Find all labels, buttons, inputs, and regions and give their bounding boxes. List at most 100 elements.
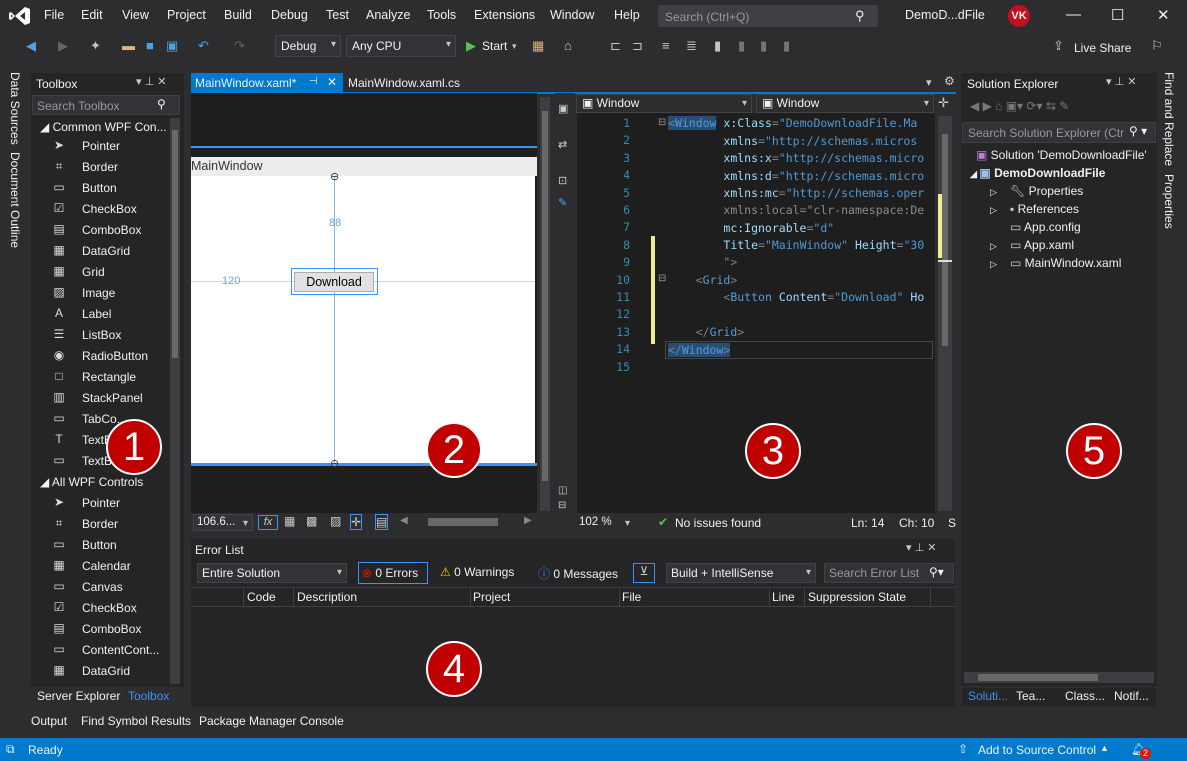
toolbox-scrollbar[interactable] xyxy=(170,118,180,684)
platform-select[interactable]: Any CPU xyxy=(346,35,456,57)
live-share-icon[interactable]: ⇪ xyxy=(1053,38,1064,54)
package-manager-console-tab[interactable]: Package Manager Console xyxy=(199,714,344,728)
collapse-icon[interactable]: ⊟ xyxy=(658,117,666,128)
undo-icon[interactable]: ↶ xyxy=(198,38,209,54)
menu-item-file[interactable]: File xyxy=(44,8,64,22)
project-node[interactable]: ◢ ▣ DemoDownloadFile xyxy=(970,166,1105,180)
menu-item-help[interactable]: Help xyxy=(614,8,640,22)
start-dropdown-icon[interactable]: ▾ xyxy=(512,41,517,52)
menu-item-view[interactable]: View xyxy=(122,8,149,22)
editor-zoom-select[interactable]: 102 % xyxy=(575,514,635,531)
column-separator[interactable] xyxy=(293,588,294,607)
menu-item-debug[interactable]: Debug xyxy=(271,8,308,22)
hot-reload-icon[interactable]: ⌂ xyxy=(564,38,572,53)
expand-arrow-icon[interactable]: ▷ xyxy=(990,187,1010,198)
error-column-header[interactable]: Description xyxy=(297,590,357,604)
filter-icon[interactable]: ⊻ xyxy=(633,563,655,583)
designer-zoom-select[interactable]: 106.6... xyxy=(193,514,253,531)
solution-tree-item[interactable]: ▷ ▭ App.xaml xyxy=(990,238,1074,252)
toolbox-item[interactable]: ➤ Pointer xyxy=(32,136,172,157)
scroll-left-icon[interactable]: ◀ xyxy=(400,515,408,526)
menu-item-build[interactable]: Build xyxy=(224,8,252,22)
pin-icon[interactable]: ⊣ xyxy=(309,76,318,87)
column-separator[interactable] xyxy=(930,588,931,607)
find-replace-tab[interactable]: Find and Replace xyxy=(1162,72,1176,166)
clear-bookmarks-icon[interactable]: ▮ xyxy=(783,38,790,54)
solution-tree-item[interactable]: ▷ ▭ MainWindow.xaml xyxy=(990,256,1121,270)
bottom-anchor-icon[interactable]: ⊖ xyxy=(330,457,339,470)
tab-mainwindow-xaml-cs[interactable]: MainWindow.xaml.cs xyxy=(348,76,460,90)
menu-item-test[interactable]: Test xyxy=(326,8,349,22)
output-tab[interactable]: Output xyxy=(31,714,67,728)
error-column-header[interactable]: File xyxy=(622,590,641,604)
horizontal-split-icon[interactable]: ⊟ xyxy=(558,500,566,511)
toolbox-item[interactable]: ☑ CheckBox xyxy=(32,199,172,220)
toolbox-item[interactable]: ▭ Button xyxy=(32,535,172,556)
toolbox-item[interactable]: ▤ ComboBox xyxy=(32,619,172,640)
edit-icon[interactable]: ✎ xyxy=(558,196,567,209)
tab-mainwindow-xaml[interactable]: MainWindow.xaml* ⊣ ✕ xyxy=(191,73,343,93)
notifications-tab[interactable]: Notif... xyxy=(1114,689,1149,703)
forward-icon[interactable]: ▶ xyxy=(58,38,68,54)
add-to-source-control[interactable]: Add to Source Control xyxy=(978,743,1096,757)
redo-icon[interactable]: ↷ xyxy=(234,38,245,54)
attach-icon[interactable]: ▦ xyxy=(532,38,544,54)
split-editor-icon[interactable]: ✛ xyxy=(938,95,949,111)
error-search-input[interactable]: Search Error List ⚲▾ xyxy=(824,563,954,583)
server-explorer-tab[interactable]: Server Explorer xyxy=(37,689,120,703)
download-button[interactable]: Download xyxy=(294,272,374,292)
bookmark-icon[interactable]: ▮ xyxy=(714,38,721,54)
column-separator[interactable] xyxy=(619,588,620,607)
save-all-icon[interactable]: ▣ xyxy=(166,38,178,54)
column-separator[interactable] xyxy=(769,588,770,607)
solution-node[interactable]: ▣ Solution 'DemoDownloadFile' xyxy=(976,148,1147,162)
toolbox-item[interactable]: ▦ Grid xyxy=(32,262,172,283)
layout-icon[interactable]: ⊏ xyxy=(610,38,621,54)
top-anchor-icon[interactable]: ⊖ xyxy=(330,170,339,183)
design-view-icon[interactable]: ▣ xyxy=(558,102,568,115)
class-tab[interactable]: Class... xyxy=(1065,689,1105,703)
uncomment-icon[interactable]: ≣ xyxy=(686,38,697,54)
error-scope-select[interactable]: Entire Solution xyxy=(197,563,347,583)
error-column-header[interactable]: Suppression State xyxy=(808,590,906,604)
new-item-icon[interactable]: ✦ xyxy=(90,38,101,54)
menu-item-extensions[interactable]: Extensions xyxy=(474,8,535,22)
designer-h-scrollbar[interactable] xyxy=(428,518,498,526)
toolbox-group-common[interactable]: ◢ Common WPF Con... xyxy=(40,120,167,134)
toolbox-search-input[interactable]: Search Toolbox ⚲ xyxy=(32,95,180,115)
solution-search-input[interactable]: Search Solution Explorer (Ctr ⚲ ▾ xyxy=(962,122,1156,143)
toolbox-item[interactable]: ▨ Image xyxy=(32,283,172,304)
expand-arrow-icon[interactable]: ▷ xyxy=(990,241,1010,252)
code-behind-icon[interactable]: ▤ xyxy=(375,514,389,530)
search-input[interactable]: Search (Ctrl+Q) ⚲ xyxy=(658,5,878,27)
build-source-select[interactable]: Build + IntelliSense xyxy=(666,563,816,583)
team-tab[interactable]: Tea... xyxy=(1016,689,1045,703)
expand-arrow-icon[interactable]: ▷ xyxy=(990,205,1010,216)
toolbox-item[interactable]: ⌗ Border xyxy=(32,157,172,178)
toolbox-item[interactable]: ☰ ListBox xyxy=(32,325,172,346)
toolbox-item[interactable]: ▭ ContentCont... xyxy=(32,640,172,661)
solution-tree-item[interactable]: ▭ App.config xyxy=(990,220,1081,234)
prev-bookmark-icon[interactable]: ▮ xyxy=(738,38,745,54)
fx-button[interactable]: fx xyxy=(258,515,278,530)
menu-item-analyze[interactable]: Analyze xyxy=(366,8,410,22)
column-separator[interactable] xyxy=(804,588,805,607)
toolbox-item[interactable]: ☑ CheckBox xyxy=(32,598,172,619)
menu-item-edit[interactable]: Edit xyxy=(81,8,103,22)
error-column-header[interactable]: Code xyxy=(247,590,276,604)
xaml-view-icon[interactable]: ⊡ xyxy=(558,174,567,187)
errors-filter[interactable]: ⊗ 0 Errors xyxy=(358,562,428,584)
toolbox-window-controls[interactable]: ▾ ⊥ ✕ xyxy=(136,75,166,88)
configuration-select[interactable]: Debug xyxy=(275,35,341,57)
back-icon[interactable]: ◀ xyxy=(26,38,36,54)
menu-item-window[interactable]: Window xyxy=(550,8,594,22)
find-symbol-results-tab[interactable]: Find Symbol Results xyxy=(81,714,191,728)
swap-panes-icon[interactable]: ⇄ xyxy=(558,138,567,151)
document-outline-tab[interactable]: Document Outline xyxy=(8,152,22,248)
solution-explorer-toolbar[interactable]: ◀ ▶ ⌂ ▣▾ ⟳▾ ⇆ ✎ xyxy=(970,99,1069,113)
effects-icon[interactable]: ▨ xyxy=(330,514,341,528)
toolbox-item[interactable]: ➤ Pointer xyxy=(32,493,172,514)
toolbox-item[interactable]: ▭ Button xyxy=(32,178,172,199)
warnings-filter[interactable]: ⚠ 0 Warnings xyxy=(440,565,514,579)
avatar[interactable]: VK xyxy=(1008,5,1030,27)
